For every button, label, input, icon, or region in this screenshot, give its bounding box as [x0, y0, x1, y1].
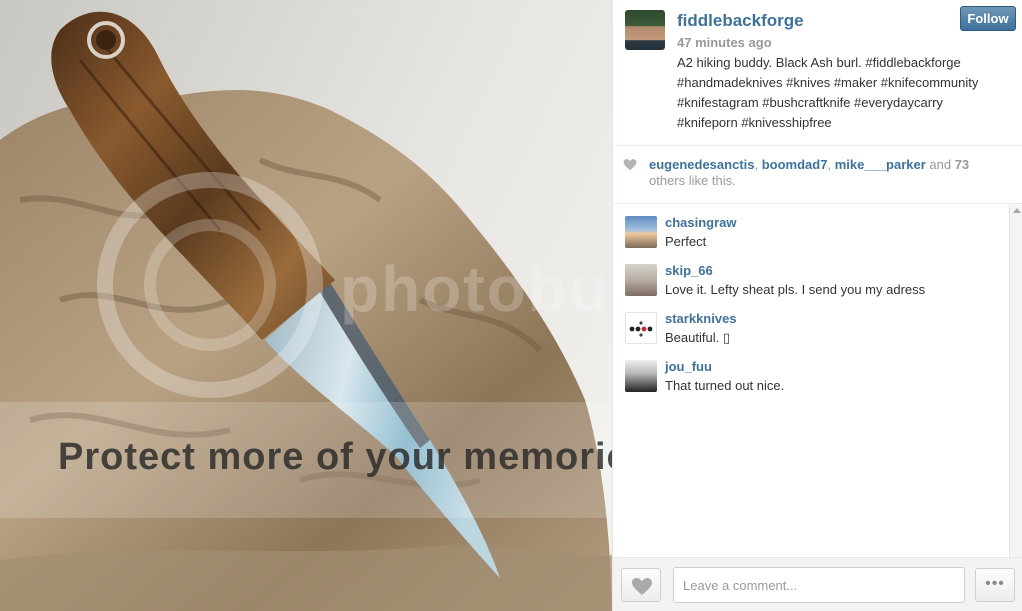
like-user-1[interactable]: eugenedesanctis — [649, 157, 755, 172]
comment-text: Beautiful. ▯ — [665, 330, 730, 345]
like-button[interactable] — [621, 568, 661, 602]
comment-text: Perfect — [665, 234, 707, 249]
likes-text: eugenedesanctis, boomdad7, mike___parker… — [649, 157, 970, 188]
heart-icon — [623, 159, 637, 171]
comment-username[interactable]: jou_fuu — [665, 359, 712, 374]
comment-username[interactable]: chasingraw — [665, 215, 737, 230]
comment-avatar[interactable] — [625, 264, 657, 296]
comment-avatar[interactable] — [625, 360, 657, 392]
comment-text: That turned out nice. — [665, 378, 785, 393]
follow-button[interactable]: Follow — [960, 6, 1016, 31]
post-panel: fiddlebackforge 47 minutes ago Follow A2… — [612, 0, 1022, 611]
post-time[interactable]: 47 minutes ago — [677, 35, 772, 50]
comment-avatar[interactable] — [625, 312, 657, 344]
comment-item: starkknives Beautiful. ▯ — [625, 309, 1005, 349]
comment-text: Love it. Lefty sheat pls. I send you my … — [665, 282, 926, 297]
likes-count[interactable]: 73 — [955, 157, 969, 172]
watermark-logo: photobucket — [340, 253, 612, 325]
avatar[interactable] — [625, 10, 665, 50]
more-options-button[interactable]: ••• — [975, 568, 1015, 602]
post-username[interactable]: fiddlebackforge — [677, 11, 804, 31]
post-photo: photobucket Protect more of your memorie… — [0, 0, 612, 611]
comment-footer: ••• — [613, 557, 1022, 611]
comment-username[interactable]: skip_66 — [665, 263, 713, 278]
like-user-2[interactable]: boomdad7 — [762, 157, 828, 172]
likes-section: eugenedesanctis, boomdad7, mike___parker… — [613, 146, 1022, 204]
post-header: fiddlebackforge 47 minutes ago Follow A2… — [613, 0, 1022, 146]
watermark-banner: Protect more of your memories for less! — [58, 436, 612, 478]
comment-item: chasingraw Perfect — [625, 213, 1005, 253]
stark-logo-icon — [629, 321, 653, 337]
comment-item: jou_fuu That turned out nice. — [625, 357, 1005, 397]
post-caption: A2 hiking buddy. Black Ash burl. #fiddle… — [677, 55, 979, 130]
comments-scrollbar[interactable] — [1009, 205, 1022, 557]
like-user-3[interactable]: mike___parker — [835, 157, 926, 172]
comment-item: skip_66 Love it. Lefty sheat pls. I send… — [625, 261, 1005, 301]
comment-avatar[interactable] — [625, 216, 657, 248]
scroll-up-arrow-icon[interactable] — [1013, 208, 1021, 213]
comment-input[interactable] — [673, 567, 965, 603]
heart-icon — [632, 578, 652, 595]
comment-username[interactable]: starkknives — [665, 311, 737, 326]
comments-list: chasingraw Perfect skip_66 Love it. Left… — [613, 205, 1022, 557]
